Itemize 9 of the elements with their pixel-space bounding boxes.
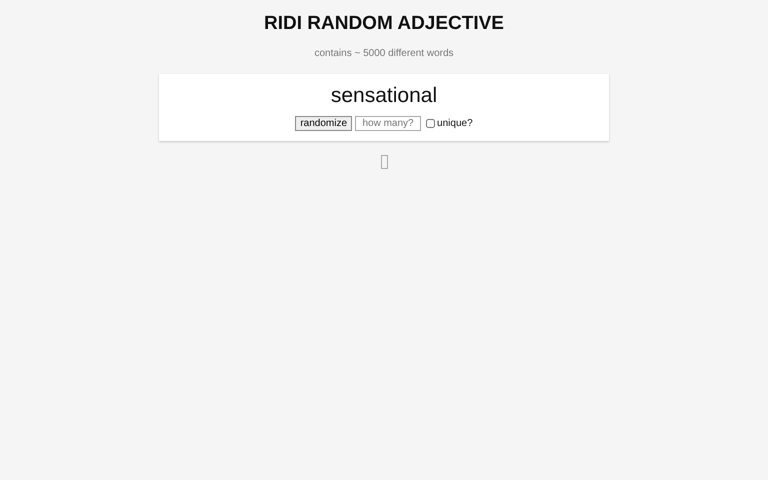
page-title: RIDI RANDOM ADJECTIVE xyxy=(264,13,504,35)
random-word: sensational xyxy=(330,84,438,108)
unique-label: unique? xyxy=(437,118,473,129)
placeholder-glyph-icon xyxy=(380,155,388,169)
unique-checkbox[interactable]: unique? xyxy=(424,118,473,129)
checkbox[interactable] xyxy=(426,119,436,128)
subtitle: contains ~ 5000 different words xyxy=(314,48,454,59)
randomize-button[interactable]: randomize xyxy=(295,116,352,131)
count-field[interactable]: how many? xyxy=(355,116,422,131)
